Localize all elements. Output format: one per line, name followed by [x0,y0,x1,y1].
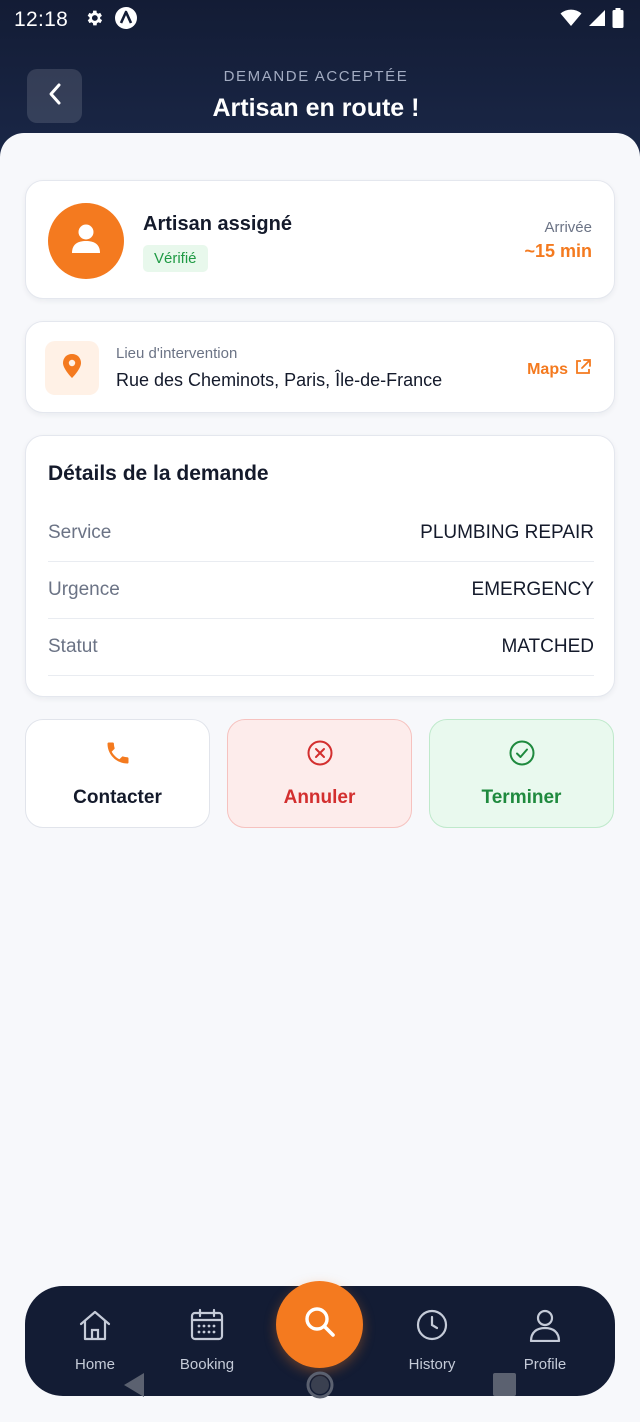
page-title: Artisan en route ! [212,94,420,122]
maps-label: Maps [527,360,568,378]
nav-item-booking[interactable]: Booking [162,1308,252,1373]
avatar [48,203,124,279]
status-bar: 12:18 [0,0,640,40]
nav-label-home: Home [74,1356,115,1373]
check-circle-icon [508,739,536,773]
detail-row-statut: Statut MATCHED [48,619,594,676]
detail-value: MATCHED [501,636,594,657]
detail-row-urgence: Urgence EMERGENCY [48,562,594,619]
finish-label: Terminer [481,786,562,808]
details-title: Détails de la demande [48,462,269,485]
external-link-icon [574,358,592,381]
detail-label: Statut [48,636,98,657]
detail-label: Urgence [48,579,120,600]
location-label: Lieu d'intervention [116,345,238,362]
header-subtitle: DEMANDE ACCEPTÉE [223,68,409,85]
verified-badge: Vérifié [143,245,208,272]
finish-button[interactable]: Terminer [429,719,614,828]
home-icon [77,1308,113,1346]
status-time: 12:18 [14,8,69,31]
detail-value: EMERGENCY [471,579,594,600]
system-home-button[interactable] [306,1371,334,1404]
wifi-icon [560,9,582,32]
detail-label: Service [48,522,112,543]
detail-value: PLUMBING REPAIR [420,522,594,543]
user-icon [67,220,105,263]
battery-icon [612,7,624,33]
cancel-label: Annuler [283,786,356,808]
contact-button[interactable]: Contacter [25,719,210,828]
nav-item-profile[interactable]: Profile [500,1308,590,1373]
search-icon [302,1304,338,1345]
arrival-value: ~15 min [524,241,592,261]
maps-link[interactable]: Maps [527,358,592,381]
nav-item-history[interactable]: History [387,1308,477,1373]
location-pin-box [45,341,99,395]
x-circle-icon [306,739,334,773]
nav-label-history: History [408,1356,456,1373]
system-back-button[interactable] [122,1372,146,1403]
user-icon [527,1308,563,1346]
map-pin-icon [62,353,82,384]
gear-icon [84,8,104,33]
nav-label-profile: Profile [523,1356,567,1373]
app-logo-icon [114,6,138,35]
detail-row-service: Service PLUMBING REPAIR [48,505,594,562]
artisan-card: Artisan assigné Vérifié Arrivée ~15 min [25,180,615,299]
nav-label-booking: Booking [179,1356,235,1373]
signal-icon [588,9,606,32]
phone-icon [104,739,132,773]
contact-label: Contacter [73,786,162,808]
cancel-button[interactable]: Annuler [227,719,412,828]
search-fab-button[interactable] [276,1281,363,1368]
system-recent-button[interactable] [493,1373,516,1396]
arrival-label: Arrivée [544,219,592,236]
artisan-name: Artisan assigné [143,213,292,235]
location-card: Lieu d'intervention Rue des Cheminots, P… [25,321,615,413]
nav-item-home[interactable]: Home [50,1308,140,1373]
location-address: Rue des Cheminots, Paris, Île-de-France [116,370,443,390]
calendar-icon [189,1308,225,1346]
clock-icon [414,1308,450,1346]
details-card: Détails de la demande Service PLUMBING R… [25,435,615,697]
